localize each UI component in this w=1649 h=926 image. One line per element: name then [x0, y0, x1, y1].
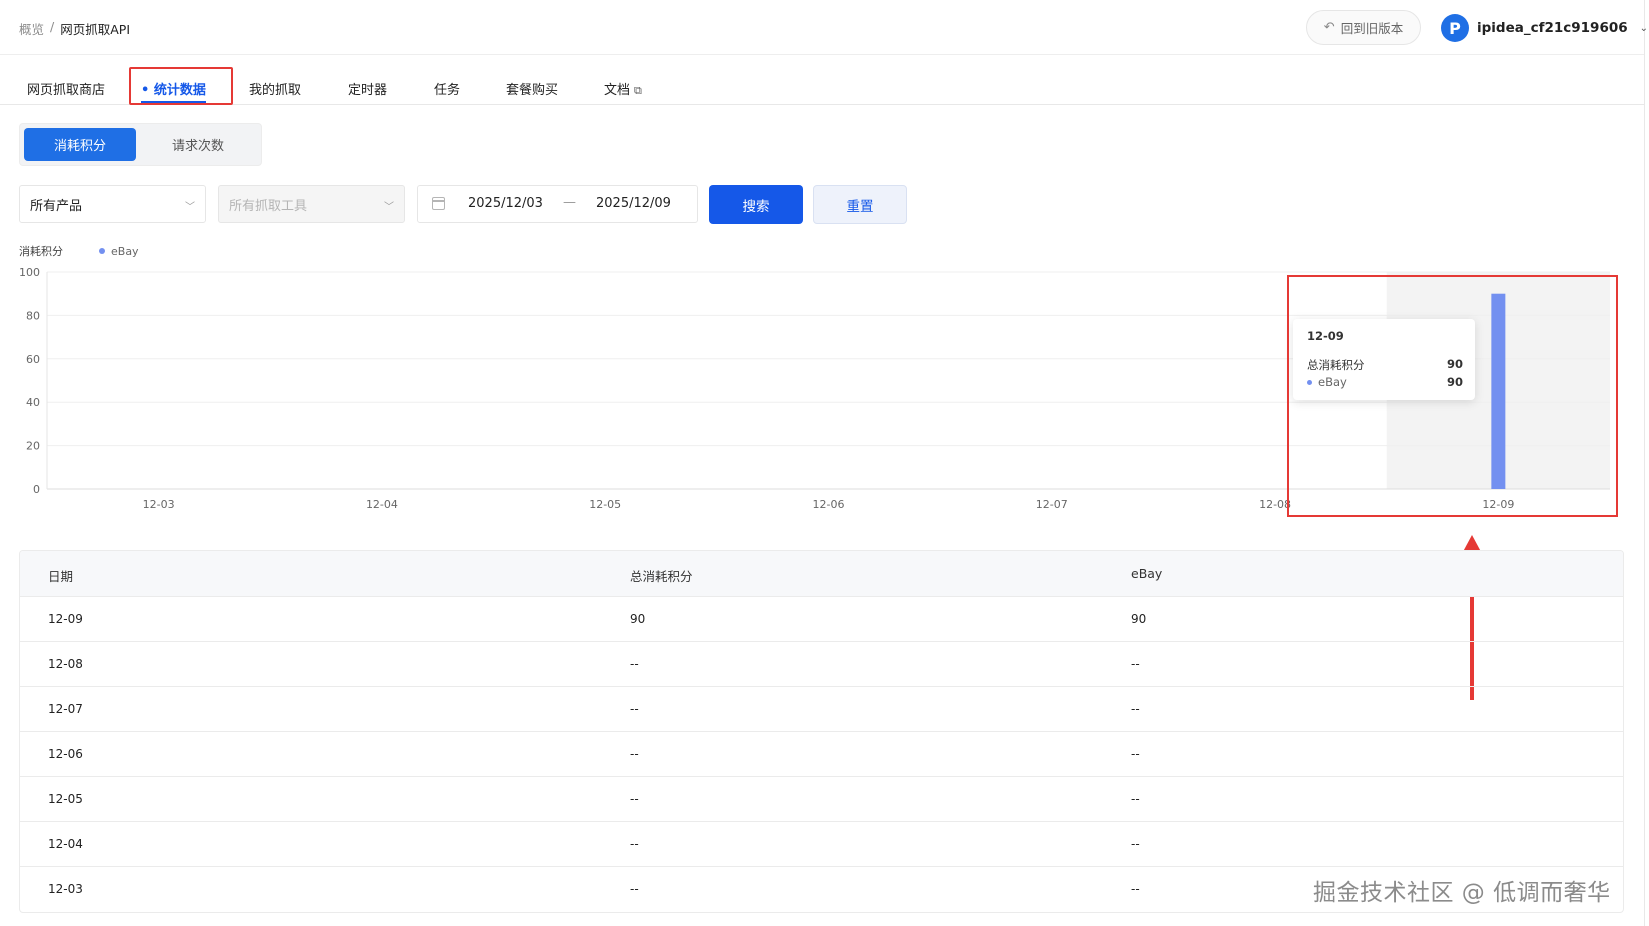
chevron-down-icon: ﹀ — [185, 202, 195, 213]
breadcrumb-overview-link[interactable]: 概览 — [19, 19, 44, 38]
metric-toggle: 消耗积分 请求次数 — [19, 123, 262, 166]
date-start[interactable]: 2025/12/03 — [468, 196, 543, 211]
y-tick-label: 0 — [33, 483, 40, 496]
cell-date: 12-03 — [48, 882, 83, 896]
chevron-down-icon: ﹀ — [384, 202, 394, 213]
x-tick-label: 12-05 — [589, 498, 621, 511]
cell-date: 12-08 — [48, 657, 83, 671]
right-border — [1644, 0, 1645, 926]
calendar-icon — [432, 197, 445, 210]
toggle-points[interactable]: 消耗积分 — [24, 128, 136, 161]
y-tick-label: 20 — [26, 440, 40, 453]
cell-date: 12-09 — [48, 612, 83, 626]
column-header-ebay: eBay — [1131, 566, 1163, 581]
date-separator: — — [563, 195, 576, 210]
cell-total: -- — [630, 702, 639, 716]
tab-tasks[interactable]: 任务 — [434, 79, 460, 98]
avatar: P — [1441, 14, 1469, 42]
stats-table: 日期 总消耗积分 eBay 12-09 90 90 12-08 -- -- 12… — [19, 550, 1624, 913]
cell-total: 90 — [630, 612, 646, 626]
product-select[interactable]: 所有产品 ﹀ — [19, 185, 206, 223]
toggle-requests[interactable]: 请求次数 — [142, 128, 254, 161]
table-row: 12-04 -- -- — [20, 822, 1623, 867]
tab-scraper-store[interactable]: 网页抓取商店 — [27, 79, 105, 98]
back-to-old-version-button[interactable]: ↶ 回到旧版本 — [1306, 10, 1421, 45]
table-row: 12-07 -- -- — [20, 687, 1623, 732]
product-select-value: 所有产品 — [30, 198, 83, 214]
date-end[interactable]: 2025/12/09 — [596, 196, 671, 211]
cell-ebay: -- — [1131, 837, 1140, 851]
y-tick-label: 60 — [26, 353, 40, 366]
breadcrumb-separator: / — [50, 19, 55, 34]
tab-docs-label: 文档 — [604, 83, 631, 98]
cell-date: 12-04 — [48, 837, 83, 851]
annotation-box-chart — [1287, 275, 1618, 517]
cell-total: -- — [630, 882, 639, 896]
watermark: 掘金技术社区 @ 低调而奢华 — [1313, 880, 1611, 906]
cell-total: -- — [630, 747, 639, 761]
cell-date: 12-06 — [48, 747, 83, 761]
tab-bar: 网页抓取商店 • 统计数据 我的抓取 定时器 任务 套餐购买 文档 ⧉ — [0, 55, 1644, 105]
y-tick-label: 100 — [19, 266, 40, 279]
external-link-icon: ⧉ — [634, 84, 642, 97]
breadcrumb: 概览 / 网页抓取API — [19, 19, 130, 38]
tab-scheduler[interactable]: 定时器 — [348, 79, 387, 98]
cell-ebay: 90 — [1131, 612, 1147, 626]
cell-date: 12-05 — [48, 792, 83, 806]
tool-select[interactable]: 所有抓取工具 ﹀ — [218, 185, 405, 223]
cell-ebay: -- — [1131, 792, 1140, 806]
table-row: 12-09 90 90 — [20, 597, 1623, 642]
user-menu[interactable]: P ipidea_cf21c919606 ⌄ — [1441, 13, 1648, 43]
breadcrumb-current: 网页抓取API — [60, 22, 131, 37]
annotation-box-tab — [129, 67, 233, 105]
x-tick-label: 12-06 — [813, 498, 845, 511]
x-tick-label: 12-07 — [1036, 498, 1068, 511]
legend-dot — [99, 248, 105, 254]
cell-ebay: -- — [1131, 702, 1140, 716]
cell-date: 12-07 — [48, 702, 83, 716]
x-tick-label: 12-03 — [143, 498, 175, 511]
tab-my-scrapes[interactable]: 我的抓取 — [249, 79, 301, 98]
page: 概览 / 网页抓取API ↶ 回到旧版本 P ipidea_cf21c91960… — [0, 0, 1649, 926]
x-tick-label: 12-04 — [366, 498, 398, 511]
cell-ebay: -- — [1131, 657, 1140, 671]
chevron-down-icon: ⌄ — [1639, 22, 1649, 34]
cell-ebay: -- — [1131, 747, 1140, 761]
table-row: 12-06 -- -- — [20, 732, 1623, 777]
tab-plan-purchase[interactable]: 套餐购买 — [506, 79, 558, 98]
tool-select-placeholder: 所有抓取工具 — [229, 198, 308, 214]
y-tick-label: 40 — [26, 396, 40, 409]
table-row: 12-05 -- -- — [20, 777, 1623, 822]
user-name: ipidea_cf21c919606 — [1477, 20, 1628, 36]
table-row: 12-08 -- -- — [20, 642, 1623, 687]
cell-total: -- — [630, 837, 639, 851]
header: 概览 / 网页抓取API ↶ 回到旧版本 P ipidea_cf21c91960… — [0, 0, 1648, 55]
column-header-date: 日期 — [48, 569, 74, 584]
tab-docs[interactable]: 文档 ⧉ — [604, 79, 642, 98]
cell-total: -- — [630, 792, 639, 806]
search-button[interactable]: 搜索 — [709, 185, 803, 224]
table-header-row: 日期 总消耗积分 eBay — [20, 551, 1623, 597]
y-tick-label: 80 — [26, 309, 40, 322]
column-header-total: 总消耗积分 — [630, 569, 693, 584]
cell-total: -- — [630, 657, 639, 671]
date-range-picker[interactable]: 2025/12/03 — 2025/12/09 — [417, 185, 698, 223]
cell-ebay: -- — [1131, 882, 1140, 896]
old-version-label: 回到旧版本 — [1340, 21, 1404, 36]
reset-button[interactable]: 重置 — [813, 185, 907, 224]
undo-arrow-icon: ↶ — [1323, 20, 1335, 35]
